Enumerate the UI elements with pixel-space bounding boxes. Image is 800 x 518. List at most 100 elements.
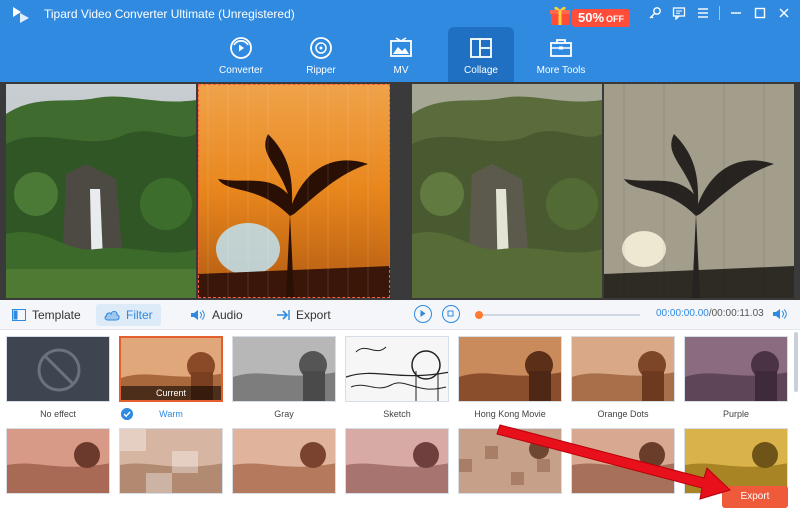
key-icon[interactable]: [647, 5, 663, 21]
tab-filter[interactable]: Filter: [96, 304, 161, 326]
gift-icon: [550, 6, 570, 25]
edit-toolbar: Template Filter Audio Export 00:00:00.00…: [0, 300, 800, 330]
volume-button[interactable]: [772, 307, 788, 326]
nav-tab-label: Collage: [464, 65, 498, 76]
preview-cell-tree: [604, 84, 794, 298]
tab-template-label: Template: [32, 308, 81, 322]
title-bar: Tipard Video Converter Ultimate (Unregis…: [0, 0, 800, 82]
filter-thumbnail: [458, 428, 562, 494]
volume-icon: [773, 309, 787, 319]
promo-banner[interactable]: 50% OFF: [546, 3, 631, 29]
filter-gray[interactable]: Gray: [232, 336, 336, 419]
filter-label: Gray: [274, 409, 294, 419]
filter-thumbnail: Current: [119, 336, 223, 402]
nav-tab-label: MV: [393, 65, 409, 76]
tab-filter-label: Filter: [126, 308, 153, 322]
nav-tab-label: Converter: [219, 65, 263, 76]
nav-tab-mv[interactable]: MV: [368, 27, 434, 82]
filter-hong-kong-movie[interactable]: Hong Kong Movie: [458, 336, 562, 419]
filter-row2-1[interactable]: [6, 428, 110, 494]
filter-no-effect[interactable]: No effect: [6, 336, 110, 419]
export-arrow-icon: [277, 310, 290, 320]
filter-thumbnail: [684, 336, 788, 402]
filter-panel: No effect Current Warm Gray Sketch Hong …: [0, 330, 800, 518]
preview-cell-waterfall: [412, 84, 602, 298]
filter-row2-7[interactable]: [684, 428, 788, 494]
filter-thumbnail: [345, 336, 449, 402]
current-filter-tag: Current: [121, 386, 221, 400]
filter-sketch[interactable]: Sketch: [345, 336, 449, 419]
app-title: Tipard Video Converter Ultimate (Unregis…: [44, 7, 295, 21]
time-display: 00:00:00.00/00:00:11.03: [656, 308, 764, 319]
filter-row2-6[interactable]: [571, 428, 675, 494]
menu-icon[interactable]: [695, 5, 711, 21]
nav-tab-label: Ripper: [306, 65, 336, 76]
divider: [719, 6, 720, 20]
filter-thumbnail: [345, 428, 449, 494]
filter-label: Orange Dots: [597, 409, 649, 419]
feedback-icon[interactable]: [671, 5, 687, 21]
filter-thumbnail: [6, 428, 110, 494]
filter-thumbnail: [571, 428, 675, 494]
collage-cell-sunset[interactable]: [198, 84, 390, 298]
converter-icon: [230, 37, 252, 59]
filter-label: Warm: [159, 409, 183, 419]
tab-export-label: Export: [296, 308, 331, 322]
discount-badge: 50% OFF: [572, 9, 631, 27]
filter-thumbnail: [232, 428, 336, 494]
collage-cell-waterfall[interactable]: [6, 84, 196, 298]
export-button[interactable]: Export: [722, 486, 788, 508]
filter-thumbnail: [684, 428, 788, 494]
template-icon: [12, 309, 26, 321]
minimize-icon[interactable]: [728, 5, 744, 21]
filter-thumbnail: [232, 336, 336, 402]
filter-row2-2[interactable]: [119, 428, 223, 494]
total-time: 00:00:11.03: [711, 308, 764, 319]
no-effect-icon: [37, 348, 81, 392]
tab-audio-label: Audio: [212, 308, 243, 322]
progress-track[interactable]: [475, 311, 640, 319]
nav-tab-collage[interactable]: Collage: [448, 27, 514, 82]
filter-thumbnail: [571, 336, 675, 402]
nav-tab-label: More Tools: [536, 65, 586, 76]
filter-label: No effect: [40, 409, 76, 419]
filter-cloud-icon: [104, 311, 120, 321]
filter-scrollbar[interactable]: [794, 332, 798, 392]
filter-row2-5[interactable]: [458, 428, 562, 494]
filter-label: Purple: [722, 409, 749, 419]
tab-export[interactable]: Export: [268, 304, 339, 326]
play-button[interactable]: [414, 305, 432, 323]
collage-icon: [470, 38, 492, 58]
ripper-icon: [310, 37, 332, 59]
audio-icon: [191, 310, 205, 320]
tab-audio[interactable]: Audio: [182, 304, 251, 326]
progress-knob[interactable]: [475, 311, 483, 319]
maximize-icon[interactable]: [752, 5, 768, 21]
current-time: 00:00:00.00: [656, 308, 709, 319]
preview-area: [0, 82, 800, 300]
app-logo-icon: [13, 7, 29, 23]
window-controls: [647, 4, 792, 22]
tab-template[interactable]: Template: [4, 304, 89, 326]
filter-warm[interactable]: Current Warm: [119, 336, 223, 420]
filter-thumbnail: [119, 428, 223, 494]
filter-label: Sketch: [383, 409, 411, 419]
filter-label: Hong Kong Movie: [474, 409, 546, 419]
filter-purple[interactable]: Purple: [684, 336, 788, 419]
filter-row2-3[interactable]: [232, 428, 336, 494]
nav-tab-more-tools[interactable]: More Tools: [528, 27, 594, 82]
filter-thumbnail: [6, 336, 110, 402]
toolbox-icon: [550, 39, 572, 57]
filter-thumbnail: [458, 336, 562, 402]
close-icon[interactable]: [776, 5, 792, 21]
nav-tab-ripper[interactable]: Ripper: [288, 27, 354, 82]
mv-icon: [390, 37, 412, 57]
playback-controls: 00:00:00.00/00:00:11.03: [410, 304, 800, 326]
nav-tab-converter[interactable]: Converter: [208, 27, 274, 82]
play-icon: [420, 310, 426, 317]
stop-button[interactable]: [442, 305, 460, 323]
filter-orange-dots[interactable]: Orange Dots: [571, 336, 675, 419]
stop-icon: [447, 310, 454, 317]
filter-row2-4[interactable]: [345, 428, 449, 494]
main-nav: Converter Ripper MV Collage More Tools: [208, 27, 608, 82]
